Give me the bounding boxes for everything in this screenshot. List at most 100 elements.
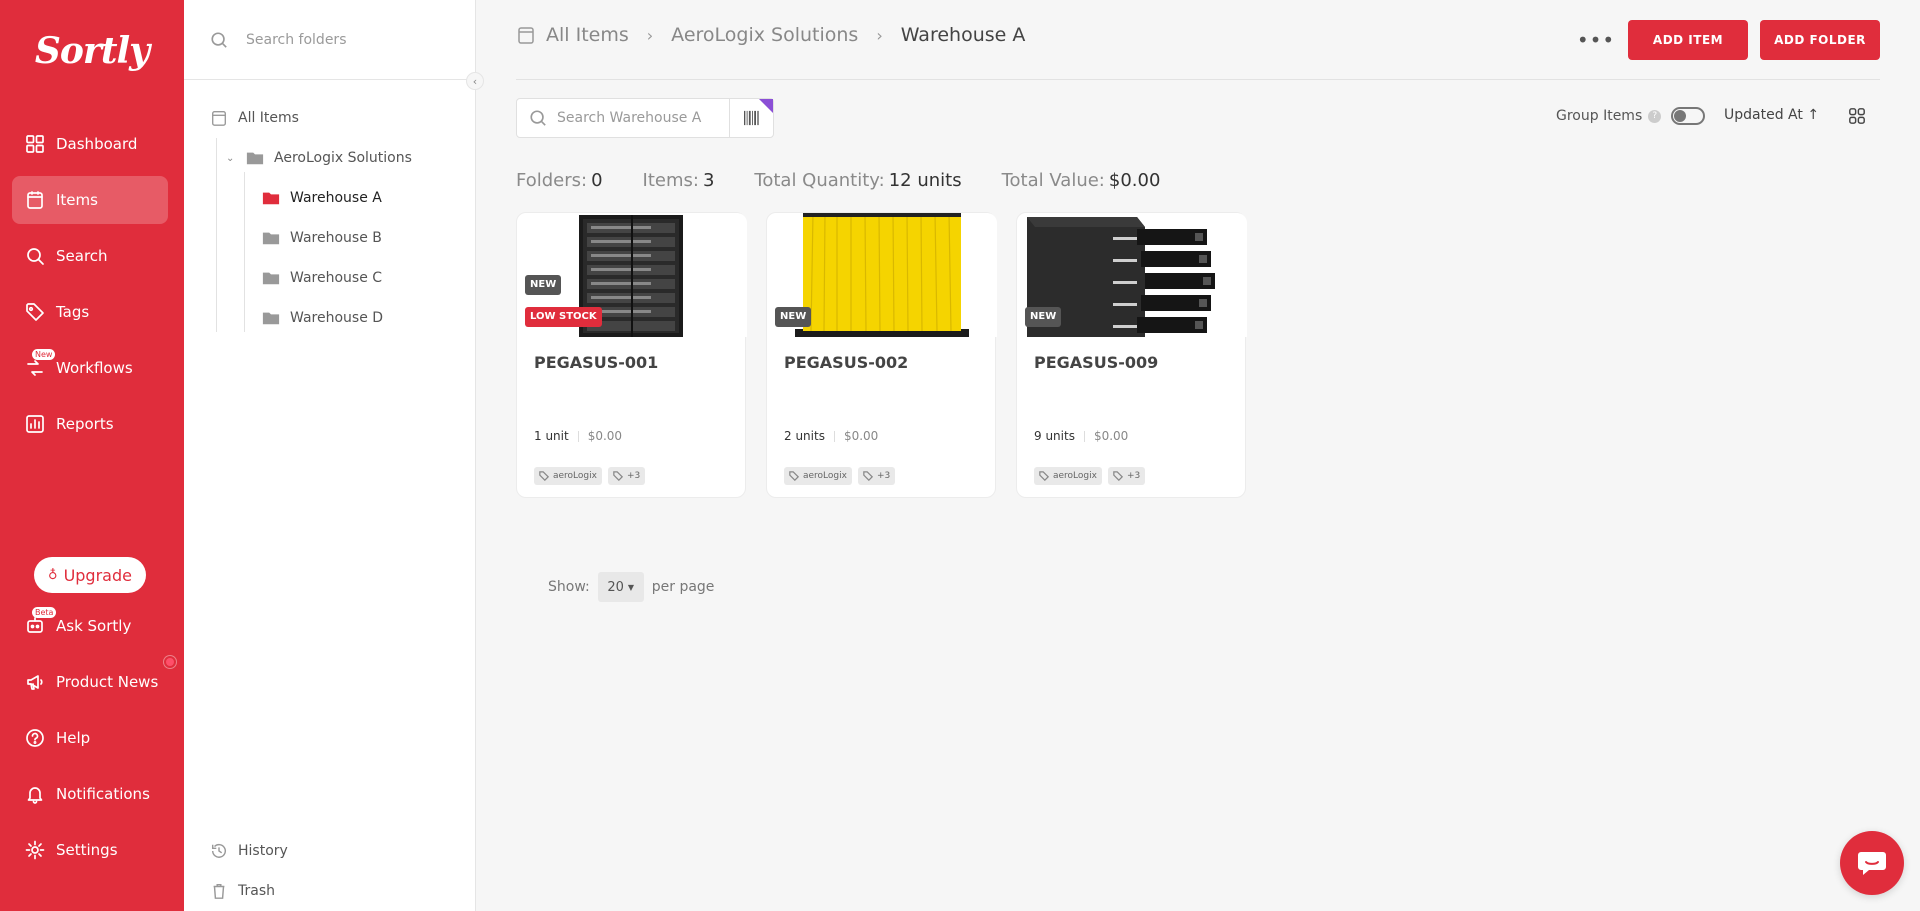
collapse-panel-button[interactable]: ‹ (466, 72, 484, 90)
sort-button[interactable]: Updated At ↑ (1724, 107, 1819, 123)
new-badge: NEW (1025, 307, 1062, 327)
workflows-icon: New (24, 349, 56, 379)
folder-search-input[interactable] (246, 31, 446, 48)
tree-folder-warehouse-b[interactable]: Warehouse B (262, 224, 382, 252)
nav-notifications[interactable]: Notifications (12, 770, 168, 818)
more-tags-chip[interactable]: +3 (1107, 467, 1146, 485)
tree-all-items-label: All Items (238, 110, 299, 126)
nav-search[interactable]: Search (12, 232, 168, 280)
more-tags-chip[interactable]: +3 (607, 467, 646, 485)
item-card[interactable]: NEW PEGASUS-009 9 units $0.00 aeroLogix +… (1016, 212, 1247, 498)
item-name: PEGASUS-002 (784, 353, 909, 372)
new-badge: New (32, 349, 56, 360)
help-icon (24, 727, 46, 749)
item-card[interactable]: NEW LOW STOCK PEGASUS-001 1 unit $0.00 ae… (516, 212, 747, 498)
folder-icon (262, 312, 280, 325)
add-item-button[interactable]: ADD ITEM (1628, 20, 1748, 60)
ask-sortly-icon: Beta (24, 607, 57, 637)
reports-icon (24, 413, 46, 435)
stat-total-quantity: Total Quantity: 12 units (754, 170, 961, 191)
sortly-logo[interactable]: Sortly (0, 30, 184, 72)
tree-folder-warehouse-c[interactable]: Warehouse C (262, 264, 382, 292)
sort-label: Updated At (1724, 107, 1803, 123)
tag-chip[interactable]: aeroLogix (534, 467, 602, 485)
tag-icon (789, 471, 799, 481)
item-quantity: 2 units (784, 429, 825, 443)
chevron-down-icon[interactable]: ⌄ (226, 153, 238, 164)
tag-chip[interactable]: aeroLogix (784, 467, 852, 485)
per-page-value: 20 (607, 579, 624, 595)
history-label: History (238, 843, 288, 859)
nav-items-label: Items (56, 191, 98, 209)
tree-all-items[interactable]: All Items (210, 104, 299, 132)
upgrade-label: Upgrade (63, 565, 132, 585)
main-nav: Sortly Dashboard Items Search Tags New W… (0, 0, 184, 911)
chat-bubble-icon (1858, 852, 1886, 875)
item-quantity-row: 1 unit $0.00 (534, 429, 622, 443)
history-icon (211, 843, 226, 858)
breadcrumb: All Items › AeroLogix Solutions › Wareho… (516, 24, 1025, 46)
nav-settings[interactable]: Settings (12, 826, 168, 874)
news-indicator-dot (164, 656, 176, 668)
nav-workflows[interactable]: New Workflows (12, 344, 168, 392)
nav-dashboard-label: Dashboard (56, 135, 138, 153)
more-options-button[interactable]: ••• (1577, 24, 1614, 56)
tag-chip[interactable]: aeroLogix (1034, 467, 1102, 485)
more-tags-count: +3 (626, 471, 641, 481)
help-icon[interactable]: ? (1648, 109, 1662, 123)
group-items-toggle[interactable] (1671, 107, 1706, 125)
add-folder-button[interactable]: ADD FOLDER (1760, 20, 1880, 60)
nav-items[interactable]: Items (12, 176, 168, 224)
item-search (516, 98, 774, 138)
nav-tags[interactable]: Tags (12, 288, 168, 336)
nav-help[interactable]: Help (12, 714, 168, 762)
breadcrumb-aerologix[interactable]: AeroLogix Solutions (671, 24, 858, 46)
tree-folder-warehouse-d[interactable]: Warehouse D (262, 304, 383, 332)
upgrade-button[interactable]: ♁ Upgrade (34, 557, 146, 593)
beta-badge: Beta (32, 607, 57, 618)
group-items-label: Group Items (1556, 108, 1643, 124)
items-icon (212, 111, 226, 126)
nav-notifications-label: Notifications (56, 785, 150, 803)
stat-value: $0.00 (1108, 170, 1161, 191)
trash-link[interactable]: Trash (210, 879, 275, 903)
nav-ask-sortly[interactable]: Beta Ask Sortly (12, 602, 168, 650)
item-name: PEGASUS-001 (534, 353, 659, 372)
breadcrumb-current: Warehouse A (900, 24, 1026, 46)
items-icon (518, 27, 534, 44)
tag-label: aeroLogix (803, 471, 847, 481)
item-search-input[interactable] (557, 110, 717, 126)
tag-icon (24, 301, 46, 323)
nav-product-news-label: Product News (56, 673, 159, 691)
tree-folder-warehouse-a[interactable]: Warehouse A (262, 184, 382, 212)
history-link[interactable]: History (210, 839, 288, 863)
trash-icon (213, 883, 225, 899)
grid-view-button[interactable] (1848, 107, 1868, 127)
tree-folder-aerologix[interactable]: ⌄ AeroLogix Solutions (226, 144, 412, 172)
caret-down-icon: ▼ (627, 582, 635, 592)
folder-icon (246, 152, 264, 165)
nav-dashboard[interactable]: Dashboard (12, 120, 168, 168)
tag-label: aeroLogix (553, 471, 597, 481)
tag-icon (863, 471, 873, 481)
page-header: All Items › AeroLogix Solutions › Wareho… (516, 0, 1880, 80)
stat-folders: Folders: 0 (516, 170, 603, 191)
stat-total-value: Total Value: $0.00 (1002, 170, 1161, 191)
more-tags-chip[interactable]: +3 (857, 467, 896, 485)
item-name: PEGASUS-009 (1034, 353, 1159, 372)
grid-view-icon (1849, 108, 1865, 124)
barcode-scan-button[interactable] (729, 99, 773, 137)
tag-icon (1039, 471, 1049, 481)
stat-value: 12 units (888, 170, 962, 191)
tag-label: aeroLogix (1053, 471, 1097, 481)
group-items-control: Group Items ? (1556, 107, 1706, 125)
stat-value: 3 (702, 170, 715, 191)
nav-reports[interactable]: Reports (12, 400, 168, 448)
breadcrumb-all-items[interactable]: All Items (546, 24, 629, 46)
chat-support-button[interactable] (1840, 831, 1904, 895)
nav-product-news[interactable]: Product News (12, 658, 168, 706)
new-badge: NEW (775, 307, 812, 327)
per-page-select[interactable]: 20 ▼ (597, 572, 644, 602)
item-price: $0.00 (1093, 429, 1129, 443)
item-card[interactable]: NEW PEGASUS-002 2 units $0.00 aeroLogix +… (766, 212, 997, 498)
